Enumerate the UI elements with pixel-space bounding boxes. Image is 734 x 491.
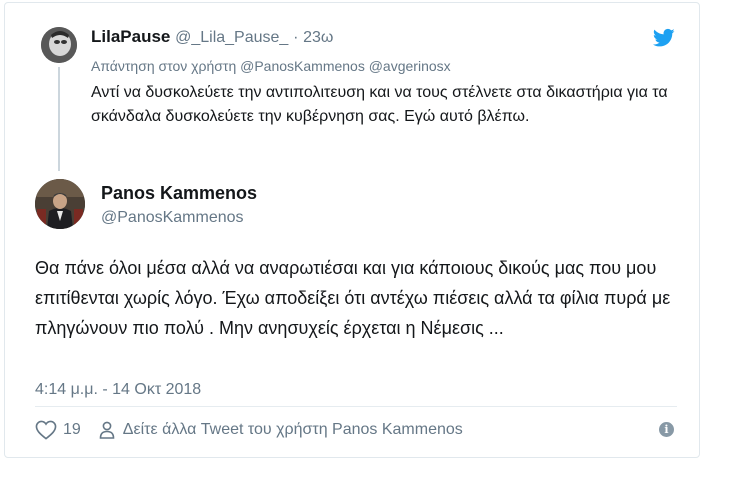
embedded-tweet-card: LilaPause @_Lila_Pause_ · 23ω Απάντηση σ… bbox=[4, 2, 700, 458]
reply-separator: · bbox=[293, 29, 299, 46]
reply-text: Αντί να δυσκολεύετε την αντιπολιτευση κα… bbox=[91, 84, 668, 125]
author-avatar[interactable] bbox=[35, 179, 85, 229]
reply-time[interactable]: 23ω bbox=[303, 29, 333, 46]
info-icon[interactable]: i bbox=[659, 422, 674, 437]
author-name[interactable]: Panos Kammenos bbox=[101, 183, 257, 204]
twitter-bird-icon[interactable] bbox=[652, 28, 675, 48]
divider bbox=[35, 406, 677, 407]
person-icon[interactable] bbox=[81, 421, 115, 439]
like-count[interactable]: 19 bbox=[63, 421, 81, 439]
tweet-timestamp[interactable]: 4:14 μ.μ. - 14 Οκτ 2018 bbox=[35, 381, 201, 399]
author-handle[interactable]: @PanosKammenos bbox=[101, 209, 244, 227]
heart-icon[interactable] bbox=[35, 420, 57, 440]
reply-header: LilaPause @_Lila_Pause_ · 23ω bbox=[91, 27, 333, 47]
more-tweets-link[interactable]: Δείτε άλλα Tweet του χρήστη Panos Kammen… bbox=[123, 421, 463, 439]
reply-author-handle[interactable]: @_Lila_Pause_ bbox=[175, 29, 288, 46]
tweet-text: Θα πάνε όλοι μέσα αλλά να αναρωτιέσαι κα… bbox=[35, 258, 671, 338]
reply-to-label: Απάντηση στον χρήστη @PanosKammenos @avg… bbox=[91, 58, 451, 74]
thread-line bbox=[58, 67, 60, 171]
tweet-actions: 19 Δείτε άλλα Tweet του χρήστη Panos Kam… bbox=[35, 419, 463, 441]
reply-author-name[interactable]: LilaPause bbox=[91, 27, 170, 46]
reply-avatar[interactable] bbox=[41, 27, 77, 63]
